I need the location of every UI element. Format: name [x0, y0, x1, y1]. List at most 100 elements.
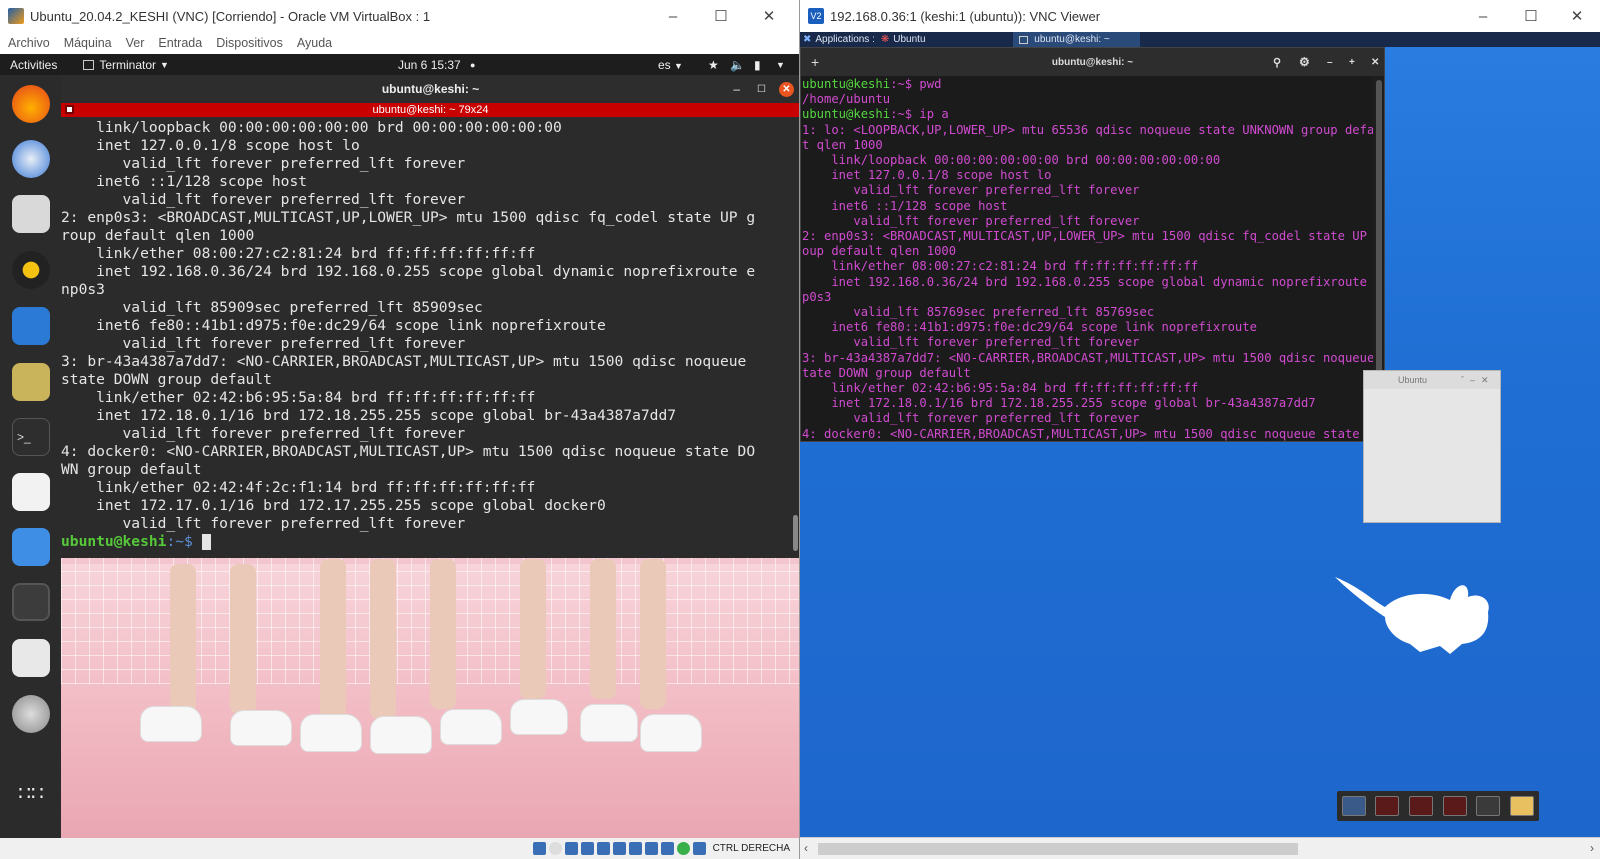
maximize-icon[interactable]: ☐ [698, 0, 744, 32]
close-icon[interactable]: ✕ [1371, 57, 1379, 68]
terminal-output[interactable]: link/loopback 00:00:00:00:00:00 brd 00:0… [61, 117, 799, 558]
chevron-left-icon[interactable]: ‹ [804, 841, 808, 855]
terminator-window[interactable]: ubuntu@keshi: ~ – ☐ ✕ ubuntu@keshi: ~ 79… [61, 75, 799, 558]
launcher-icon[interactable] [1375, 796, 1400, 816]
vnc-horizontal-scrollbar[interactable]: ‹ › [800, 837, 1600, 859]
menu-ayuda[interactable]: Ayuda [297, 36, 332, 50]
terminal-scrollbar[interactable] [793, 515, 798, 551]
folder-icon[interactable] [1510, 796, 1535, 816]
chevron-right-icon[interactable]: › [1590, 841, 1594, 855]
task-ubuntu[interactable]: Ubuntu [893, 34, 1013, 45]
document-viewer-icon[interactable] [12, 639, 50, 677]
terminal-line: link/ether 08:00:27:c2:81:24 brd ff:ff:f… [61, 245, 536, 262]
menu-maquina[interactable]: Máquina [64, 36, 112, 50]
optical-icon[interactable] [548, 842, 562, 855]
menu-archivo[interactable]: Archivo [8, 36, 50, 50]
terminator-tab-bar[interactable]: ubuntu@keshi: ~ 79x24 [61, 103, 799, 117]
vnc-titlebar[interactable]: V2 192.168.0.36:1 (keshi:1 (ubuntu)): VN… [800, 0, 1600, 32]
remote-terminal-text: link/ether 02:42:b6:95:5a:84 brd ff:ff:f… [802, 381, 1199, 396]
maximize-icon[interactable]: + [1349, 57, 1355, 68]
rhythmbox-icon[interactable] [12, 251, 50, 289]
remote-terminal-text: inet 192.168.0.36/24 brd 192.168.0.255 s… [802, 274, 1373, 289]
usb-icon[interactable] [596, 842, 610, 855]
firefox-icon[interactable] [12, 85, 50, 123]
remote-terminal-line: inet 172.18.0.1/16 brd 172.18.255.255 sc… [802, 396, 1373, 411]
remote-terminal-scrollbar[interactable] [1376, 80, 1382, 380]
menu-ver[interactable]: Ver [126, 36, 145, 50]
gear-icon[interactable]: ⚙ [1299, 55, 1310, 69]
terminal-icon[interactable]: >_ [12, 418, 50, 456]
close-icon[interactable]: ✕ [779, 81, 794, 97]
gnome-topbar: Activities Terminator ▼ Jun 6 15:37 ● es… [0, 54, 799, 75]
vt-x-icon[interactable] [660, 842, 674, 855]
terminal-icon [1019, 35, 1029, 44]
close-icon[interactable]: ✕ [746, 0, 792, 32]
terminal-line: inet6 fe80::41b1:d975:f0e:dc29/64 scope … [61, 317, 606, 334]
network-icon[interactable]: ★ [708, 58, 719, 72]
new-tab-icon[interactable]: + [811, 54, 819, 70]
minimize-icon[interactable]: – [1460, 0, 1506, 32]
terminal-line: WN group default [61, 461, 202, 478]
text-editor-icon[interactable] [12, 473, 50, 511]
system-menu-chevron-icon[interactable]: ▼ [776, 60, 785, 70]
ubuntu-mini-window[interactable]: Ubuntu ˆ – ✕ [1363, 370, 1501, 523]
terminator-group-icon[interactable] [65, 105, 74, 114]
network-adapter-icon[interactable] [580, 842, 594, 855]
launcher-icon[interactable] [1442, 796, 1467, 816]
guest-additions-icon[interactable] [676, 842, 690, 855]
chevron-up-icon[interactable]: ˆ [1461, 375, 1464, 385]
terminator-dock-icon[interactable] [12, 583, 50, 621]
activities-button[interactable]: Activities [10, 58, 57, 72]
keyboard-layout[interactable]: es ▼ [658, 58, 683, 72]
minimize-icon[interactable]: – [1470, 375, 1475, 385]
minimize-icon[interactable]: – [733, 82, 740, 96]
virtualbox-titlebar[interactable]: Ubuntu_20.04.2_KESHI (VNC) [Corriendo] -… [0, 0, 799, 32]
show-desktop-icon[interactable] [1341, 796, 1366, 816]
virtualbox-guest-icon[interactable] [12, 363, 50, 401]
xfce-desktop[interactable]: + ubuntu@keshi: ~ ⚲ ⚙ – + ✕ ubuntu@keshi… [800, 47, 1600, 837]
menu-entrada[interactable]: Entrada [158, 36, 202, 50]
files-icon[interactable] [12, 195, 50, 233]
clock[interactable]: Jun 6 15:37 [398, 58, 461, 72]
volume-icon[interactable]: 🔈 [730, 58, 745, 72]
battery-icon[interactable]: ▮ [754, 58, 761, 72]
writer-icon[interactable] [12, 307, 50, 345]
minimize-icon[interactable]: – [1327, 57, 1333, 68]
wallpaper-shoe [580, 704, 638, 742]
task-terminal[interactable]: ubuntu@keshi: ~ [1013, 32, 1140, 47]
menu-dispositivos[interactable]: Dispositivos [216, 36, 283, 50]
launcher-icon[interactable] [1409, 796, 1434, 816]
minimize-icon[interactable]: – [650, 0, 696, 32]
remote-terminal-output[interactable]: ubuntu@keshi:~$ pwd/home/ubuntu ubuntu@ke… [801, 76, 1373, 441]
mouse-integration-icon[interactable] [692, 842, 706, 855]
maximize-icon[interactable]: ☐ [757, 84, 766, 95]
scrollbar-thumb[interactable] [818, 843, 1298, 855]
close-icon[interactable]: ✕ [1554, 0, 1600, 32]
remote-terminal-titlebar[interactable]: + ubuntu@keshi: ~ ⚲ ⚙ – + ✕ [801, 48, 1384, 76]
remote-terminal-window[interactable]: + ubuntu@keshi: ~ ⚲ ⚙ – + ✕ ubuntu@keshi… [800, 47, 1385, 442]
window-title: Ubuntu_20.04.2_KESHI (VNC) [Corriendo] -… [30, 8, 431, 24]
recording-icon[interactable] [644, 842, 658, 855]
close-icon[interactable]: ✕ [1481, 375, 1489, 386]
wallpaper-shoe [440, 709, 502, 745]
maximize-icon[interactable]: ☐ [1508, 0, 1554, 32]
software-center-icon[interactable] [12, 695, 50, 733]
shared-folders-icon[interactable] [612, 842, 626, 855]
task-terminal-label: ubuntu@keshi: ~ [1034, 34, 1110, 45]
audio-icon[interactable] [564, 842, 578, 855]
host-key-label: CTRL DERECHA [712, 843, 790, 854]
search-icon[interactable] [1476, 796, 1501, 816]
thunderbird-icon[interactable] [12, 140, 50, 178]
show-apps-grid-icon[interactable]: ∷∷ [12, 775, 50, 813]
applications-menu[interactable]: Applications : [815, 34, 874, 45]
display-icon[interactable] [628, 842, 642, 855]
search-icon[interactable]: ⚲ [1273, 56, 1281, 69]
terminator-titlebar[interactable]: ubuntu@keshi: ~ – ☐ ✕ [61, 75, 799, 103]
terminal-line: valid_lft 85909sec preferred_lft 85909se… [61, 299, 483, 316]
screenshot-icon[interactable] [12, 528, 50, 566]
hdd-icon[interactable] [532, 842, 546, 855]
chevron-down-icon: ▼ [674, 60, 683, 71]
app-menu[interactable]: Terminator ▼ [83, 58, 169, 72]
wallpaper-leg [170, 564, 196, 714]
terminal-line: inet 127.0.0.1/8 scope host lo [61, 137, 360, 154]
